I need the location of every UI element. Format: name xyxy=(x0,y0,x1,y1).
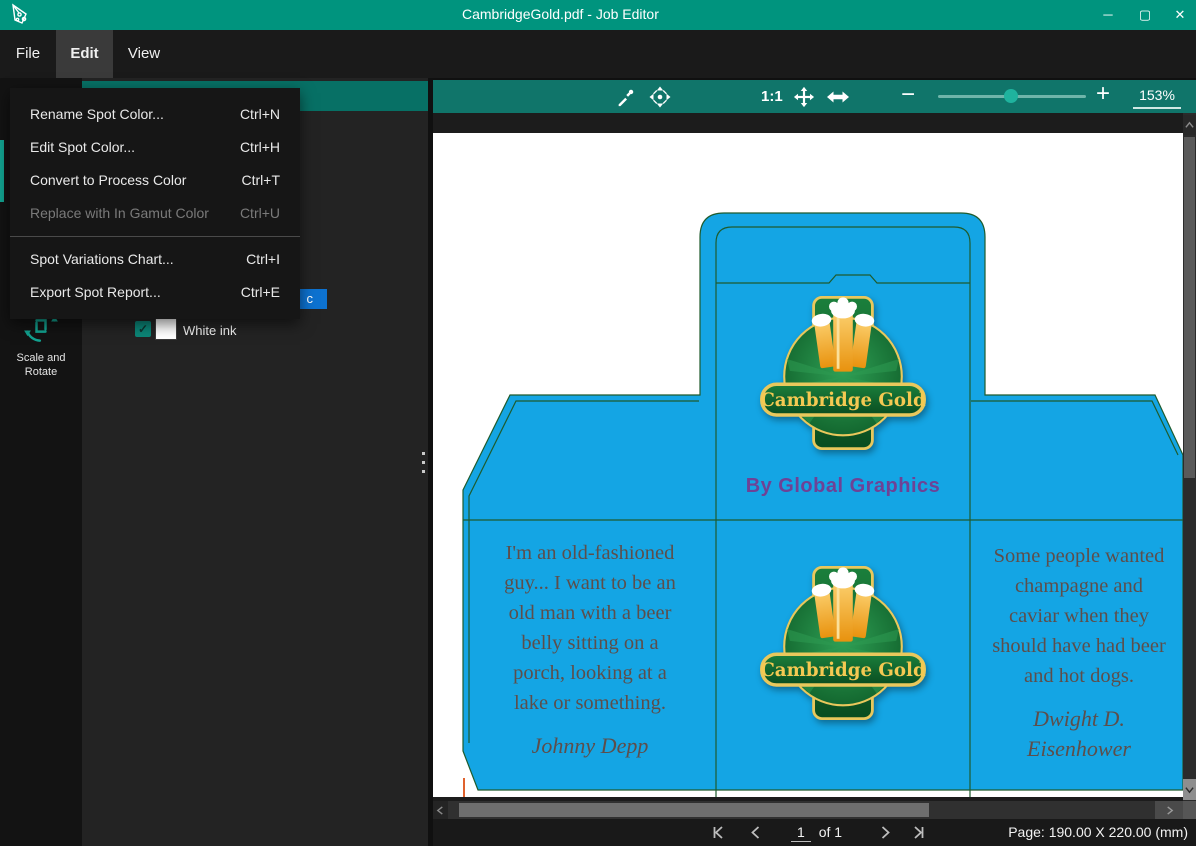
scroll-up-button[interactable] xyxy=(1183,115,1196,135)
horizontal-scroll-thumb[interactable] xyxy=(459,803,929,817)
sidebar-item-label: Scale and Rotate xyxy=(10,351,72,379)
arrow-right-icon xyxy=(1165,806,1174,815)
arrow-down-icon xyxy=(1185,785,1194,794)
scrollbar-corner xyxy=(1183,801,1196,819)
white-ink-swatch xyxy=(155,318,177,340)
page-count-label: of 1 xyxy=(819,824,842,840)
zoom-percent-input[interactable]: 153% xyxy=(1133,87,1181,103)
menu-item-rename-spot-color[interactable]: Rename Spot Color... Ctrl+N xyxy=(10,98,300,131)
menu-item-convert-to-process-color[interactable]: Convert to Process Color Ctrl+T xyxy=(10,164,300,197)
close-button[interactable]: ✕ xyxy=(1166,2,1194,28)
active-tool-indicator xyxy=(0,140,4,202)
right-quote-attribution: Dwight D. xyxy=(963,704,1183,734)
zoom-input-underline xyxy=(1133,107,1181,109)
first-page-button[interactable] xyxy=(711,825,727,840)
zoom-slider-thumb[interactable] xyxy=(1004,89,1018,103)
pdf-page: Cambridge Gold xyxy=(433,133,1183,797)
document-viewport[interactable]: Cambridge Gold xyxy=(433,113,1183,801)
page-number-field[interactable]: 1 of 1 xyxy=(791,824,842,840)
menu-separator xyxy=(10,236,300,237)
splitter-dot xyxy=(422,470,425,473)
menu-view[interactable]: View xyxy=(118,30,170,78)
page-size-label: Page: 190.00 X 220.00 (mm) xyxy=(1008,824,1188,840)
shortcut: Ctrl+H xyxy=(240,131,280,164)
menu-item-export-spot-report[interactable]: Export Spot Report... Ctrl+E xyxy=(10,276,300,309)
window-title: CambridgeGold.pdf - Job Editor xyxy=(462,6,659,22)
arrow-up-icon xyxy=(1185,121,1194,130)
titlebar: CambridgeGold.pdf - Job Editor ─ ▢ ✕ xyxy=(0,0,1196,30)
arrow-left-icon xyxy=(436,806,445,815)
minimize-button[interactable]: ─ xyxy=(1094,2,1122,28)
vertical-scrollbar[interactable] xyxy=(1183,113,1196,801)
shortcut: Ctrl+E xyxy=(241,276,280,309)
menu-item-edit-spot-color[interactable]: Edit Spot Color... Ctrl+H xyxy=(10,131,300,164)
right-quote: Some people wanted champagne and caviar … xyxy=(963,541,1183,764)
white-ink-checkbox[interactable]: ✓ xyxy=(135,321,151,337)
edit-menu-dropdown: Rename Spot Color... Ctrl+N Edit Spot Co… xyxy=(10,88,300,319)
statusbar: 1 of 1 Page: 190.00 X 220.00 (mm) xyxy=(433,819,1196,846)
logo-banner-text: Cambridge Gold xyxy=(760,390,926,411)
shortcut: Ctrl+T xyxy=(242,164,281,197)
shortcut: Ctrl+U xyxy=(240,197,280,230)
scroll-down-button[interactable] xyxy=(1183,779,1196,800)
menubar: File Edit View xyxy=(0,30,1196,78)
maximize-button[interactable]: ▢ xyxy=(1131,2,1159,28)
shortcut: Ctrl+N xyxy=(240,98,280,131)
menu-edit[interactable]: Edit xyxy=(56,30,113,78)
app-logo-icon xyxy=(10,3,34,27)
panel-splitter-handle[interactable] xyxy=(422,452,425,479)
logo-banner-text: Cambridge Gold xyxy=(760,660,926,681)
fit-page-icon[interactable] xyxy=(793,86,815,108)
last-page-button[interactable] xyxy=(910,825,926,840)
white-ink-label: White ink xyxy=(183,323,236,338)
scroll-left-button[interactable] xyxy=(433,801,448,819)
next-page-button[interactable] xyxy=(877,825,893,840)
zoom-in-button[interactable]: + xyxy=(1096,84,1110,104)
tagline-text: By Global Graphics xyxy=(700,475,986,498)
pan-center-icon[interactable] xyxy=(648,85,672,109)
splitter-dot xyxy=(422,452,425,455)
page-number-input[interactable]: 1 xyxy=(791,824,811,842)
menu-item-spot-variations-chart[interactable]: Spot Variations Chart... Ctrl+I xyxy=(10,243,300,276)
menu-item-replace-with-in-gamut-color: Replace with In Gamut Color Ctrl+U xyxy=(10,197,300,230)
fit-width-icon[interactable] xyxy=(826,88,850,106)
canvas-toolbar: 1:1 − + 153% xyxy=(433,80,1196,113)
one-to-one-button[interactable]: 1:1 xyxy=(761,88,783,105)
eyedropper-icon[interactable] xyxy=(615,86,637,108)
vertical-scroll-thumb[interactable] xyxy=(1184,137,1195,478)
menu-file[interactable]: File xyxy=(4,30,52,78)
zoom-out-button[interactable]: − xyxy=(901,85,915,105)
previous-page-button[interactable] xyxy=(748,825,764,840)
scroll-right-button[interactable] xyxy=(1155,801,1183,819)
left-quote-attribution: Johnny Depp xyxy=(470,731,710,761)
splitter-dot xyxy=(422,461,425,464)
horizontal-scrollbar[interactable] xyxy=(433,801,1196,819)
shortcut: Ctrl+I xyxy=(246,243,280,276)
left-quote: I'm an old-fashioned guy... I want to be… xyxy=(470,538,710,761)
